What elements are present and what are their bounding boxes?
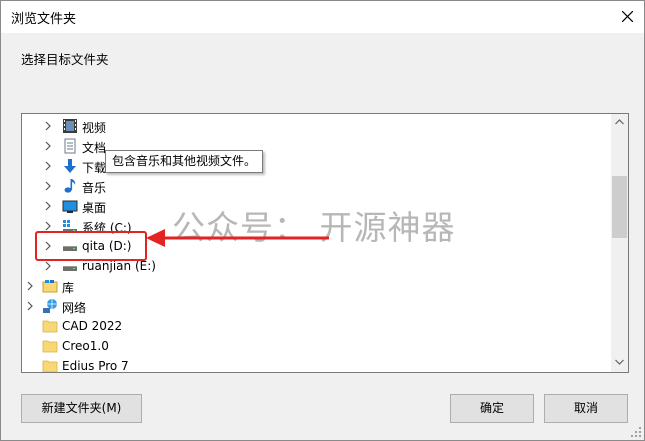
ok-button[interactable]: 确定 (450, 394, 534, 423)
folder-icon (42, 340, 58, 353)
desktop-folder-icon (62, 200, 78, 213)
scrollbar-thumb[interactable] (612, 176, 627, 238)
tree-item-music[interactable]: 音乐 (22, 176, 610, 196)
chevron-right-icon[interactable] (44, 221, 52, 231)
tree-item-label: 视频 (82, 121, 107, 135)
tree-item-folder[interactable]: Edius Pro 7 (22, 356, 610, 373)
tooltip: 包含音乐和其他视频文件。 (105, 150, 264, 173)
chevron-right-icon[interactable] (44, 141, 52, 151)
browse-folder-dialog: 浏览文件夹 选择目标文件夹 视频 文档 下载 音乐 桌面 系统 (C:) qit… (0, 0, 645, 441)
new-folder-button[interactable]: 新建文件夹(M) (21, 394, 142, 423)
tree-item-libraries[interactable]: 库 (22, 276, 610, 296)
chevron-right-icon[interactable] (26, 281, 34, 291)
download-folder-icon (64, 159, 76, 173)
documents-folder-icon (64, 138, 76, 154)
scroll-down-arrow-icon[interactable] (615, 359, 624, 365)
tree-item-label: 音乐 (82, 181, 107, 195)
window-title: 浏览文件夹 (11, 12, 77, 27)
network-icon (43, 299, 57, 313)
resize-grip-icon[interactable] (631, 427, 641, 437)
tree-item-label: Creo1.0 (62, 339, 109, 353)
title-bar[interactable]: 浏览文件夹 (1, 1, 644, 33)
chevron-right-icon[interactable] (26, 301, 34, 311)
tree-item-label: 库 (62, 281, 75, 295)
vertical-scrollbar[interactable] (611, 114, 628, 372)
tree-item-label: 网络 (62, 301, 87, 315)
tree-item-label: ruanjian (E:) (82, 259, 156, 273)
annotation-arrow-icon (146, 229, 329, 247)
library-icon (42, 280, 58, 293)
chevron-right-icon[interactable] (44, 201, 52, 211)
tree-item-label: 下载 (82, 161, 107, 175)
chevron-right-icon[interactable] (44, 181, 52, 191)
tree-item-label: 文档 (82, 141, 107, 155)
close-icon (622, 11, 633, 22)
tree-item-folder[interactable]: CAD 2022 (22, 316, 610, 336)
highlight-box (35, 231, 147, 261)
tree-item-label: CAD 2022 (62, 319, 123, 333)
close-button[interactable] (612, 1, 644, 33)
tree-item-videos[interactable]: 视频 (22, 116, 610, 136)
chevron-right-icon[interactable] (44, 121, 52, 131)
cancel-button[interactable]: 取消 (544, 394, 628, 423)
chevron-right-icon[interactable] (44, 261, 52, 271)
tree-item-network[interactable]: 网络 (22, 296, 610, 316)
dialog-prompt: 选择目标文件夹 (21, 52, 109, 67)
scroll-up-arrow-icon[interactable] (615, 119, 624, 125)
video-folder-icon (63, 119, 77, 133)
chevron-right-icon[interactable] (44, 161, 52, 171)
tree-item-label: 桌面 (82, 201, 107, 215)
folder-icon (42, 360, 58, 372)
folder-icon (42, 320, 58, 333)
music-folder-icon (64, 179, 76, 193)
tree-item-folder[interactable]: Creo1.0 (22, 336, 610, 356)
tree-item-label: Edius Pro 7 (62, 359, 129, 373)
